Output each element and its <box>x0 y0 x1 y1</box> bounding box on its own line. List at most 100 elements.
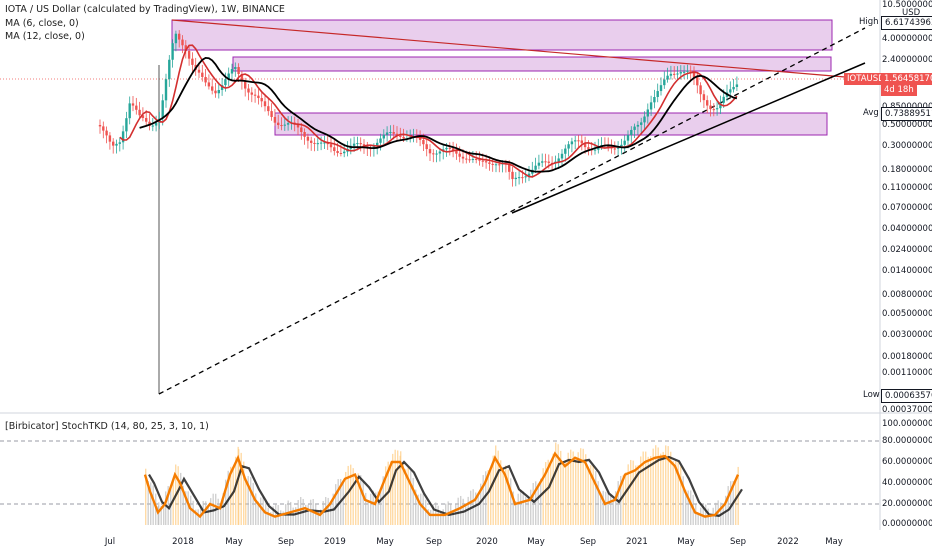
osc-bar <box>152 485 154 525</box>
candle-body <box>161 100 164 119</box>
candle-body <box>537 162 541 166</box>
candle-body <box>204 76 207 83</box>
candle-body <box>280 125 283 127</box>
osc-bar <box>735 479 737 525</box>
osc-bar <box>530 489 532 525</box>
time-axis-label: May <box>527 537 545 547</box>
osc-bar <box>502 468 504 525</box>
ma-6-label[interactable]: MA (6, close, 0) <box>5 18 79 29</box>
candle-body <box>630 129 633 135</box>
candle-body <box>138 109 141 116</box>
candle-body <box>673 73 676 75</box>
osc-bar <box>245 478 247 525</box>
osc-bar <box>722 505 724 525</box>
time-axis-label: Sep <box>425 537 443 547</box>
candle-body <box>498 164 501 166</box>
osc-bar <box>350 464 352 525</box>
candle-body <box>98 125 102 127</box>
price-axis-label: 0.00037000 <box>882 405 932 415</box>
candle-body <box>102 126 105 131</box>
osc-bar <box>700 507 702 525</box>
price-axis-label: 0.11000000 <box>882 183 932 193</box>
osc-bar <box>705 504 707 525</box>
candle-body <box>494 164 498 166</box>
candle-body <box>574 140 577 142</box>
osc-bar <box>550 461 552 525</box>
osc-bar <box>310 499 312 525</box>
candle-body <box>128 103 131 119</box>
time-axis-label: Sep <box>729 537 747 547</box>
candle-body <box>283 124 286 126</box>
candle-body <box>313 142 316 144</box>
osc-bar <box>362 481 364 525</box>
osc-bar <box>360 475 362 525</box>
candle-body <box>168 59 171 80</box>
osc-bar <box>367 500 369 525</box>
candle-body <box>343 151 346 154</box>
solid-support-trendline[interactable] <box>511 62 866 214</box>
time-axis-label: 2022 <box>777 537 799 547</box>
osc-axis-label: 0.00000000 <box>882 519 932 529</box>
candle-body <box>214 90 217 94</box>
osc-bar <box>390 461 392 525</box>
candle-body <box>699 85 702 95</box>
osc-bar <box>177 466 179 525</box>
osc-bar <box>672 461 674 525</box>
candle-body <box>273 116 277 123</box>
osc-bar <box>187 491 189 525</box>
low-value-tag: 0.00063576 <box>881 389 932 403</box>
candle-body <box>471 159 475 161</box>
candle-body <box>211 86 214 91</box>
time-axis-label: May <box>225 537 243 547</box>
support-zone[interactable] <box>274 112 828 136</box>
candle-body <box>676 73 679 75</box>
candle-body <box>234 67 237 70</box>
osc-bar <box>197 509 199 525</box>
candle-body <box>570 141 574 145</box>
osc-bar <box>565 460 567 525</box>
candle-body <box>428 149 432 154</box>
time-axis-label: May <box>825 537 843 547</box>
candle-body <box>244 81 247 89</box>
candle-body <box>729 89 732 93</box>
candle-body <box>422 139 425 145</box>
resistance-zone-mid[interactable] <box>232 56 832 72</box>
osc-axis-label: 20.00000000 <box>882 499 932 509</box>
candle-body <box>587 147 590 150</box>
candle-body <box>300 127 303 133</box>
osc-bar <box>180 472 182 525</box>
chart-canvas[interactable] <box>0 0 932 550</box>
candle-body <box>544 161 547 163</box>
osc-bar <box>165 491 167 525</box>
candle-body <box>656 91 659 97</box>
osc-bar <box>420 493 422 525</box>
candle-body <box>564 148 567 154</box>
osc-bar <box>507 469 509 525</box>
price-axis-label: 0.00500000 <box>882 309 932 319</box>
resistance-zone-top[interactable] <box>171 19 833 51</box>
osc-title[interactable]: [Birbicator] StochTKD (14, 80, 25, 3, 10… <box>5 421 209 432</box>
ma-12-label[interactable]: MA (12, close, 0) <box>5 31 85 42</box>
candle-body <box>253 94 257 96</box>
dashed-support-trendline[interactable] <box>158 27 866 395</box>
candle-body <box>118 142 121 144</box>
candle-body <box>643 116 646 123</box>
osc-axis-label: 80.00000000 <box>882 436 932 446</box>
price-axis-label: 10.50000000 <box>882 0 932 10</box>
osc-bar <box>540 478 542 525</box>
candle-body <box>663 79 666 86</box>
price-axis-label: 2.40000000 <box>882 55 932 65</box>
osc-bar <box>300 497 302 525</box>
osc-bar <box>532 483 534 525</box>
osc-bar <box>232 469 234 525</box>
candle-body <box>580 140 583 144</box>
candle-body <box>659 85 663 92</box>
osc-bar <box>252 482 254 525</box>
candle-body <box>732 86 735 90</box>
candle-body <box>633 126 636 130</box>
price-axis-label: 0.02400000 <box>882 245 932 255</box>
candle-body <box>438 151 442 154</box>
candle-body <box>468 159 471 161</box>
osc-bar <box>510 478 512 525</box>
time-axis-label: 2018 <box>172 537 194 547</box>
